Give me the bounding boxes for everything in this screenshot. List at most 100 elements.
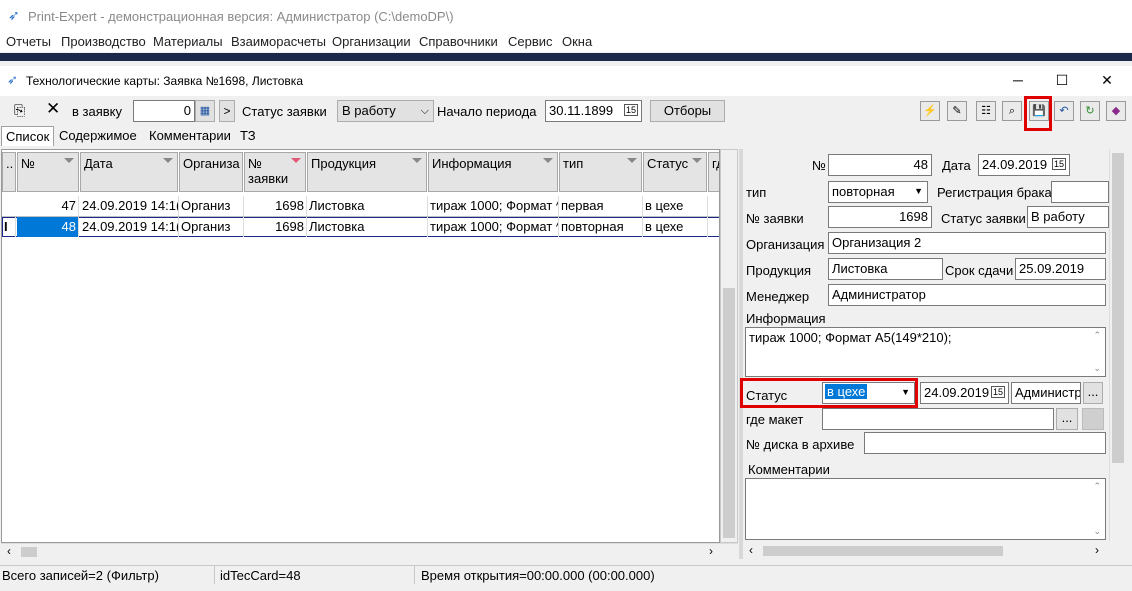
- scroll-down-icon[interactable]: ⌄: [1093, 526, 1101, 537]
- org-field[interactable]: Организация 2: [828, 232, 1106, 254]
- tab-content[interactable]: Содержимое: [55, 126, 141, 146]
- scroll-right-icon[interactable]: ›: [1095, 543, 1099, 557]
- scroll-up-icon[interactable]: ⌃: [1093, 481, 1101, 492]
- layout-location-label: где макет: [746, 412, 804, 427]
- form-horizontal-scrollbar[interactable]: ‹ ›: [743, 543, 1109, 559]
- cell-org: Организ: [179, 196, 244, 216]
- column-header-info[interactable]: Информация: [428, 152, 558, 192]
- order-field[interactable]: 1698: [828, 206, 932, 228]
- column-header-num[interactable]: №: [17, 152, 79, 192]
- go-button[interactable]: >: [219, 100, 235, 122]
- status-user-browse-button[interactable]: ...: [1083, 382, 1103, 404]
- tab-tz[interactable]: ТЗ: [236, 126, 260, 146]
- maximize-button[interactable]: ☐: [1052, 72, 1072, 89]
- form-order-status-field[interactable]: В работу: [1027, 206, 1109, 228]
- status-open-time: Время открытия=00:00.000 (00:00.000): [421, 568, 655, 583]
- product-field[interactable]: Листовка: [828, 258, 943, 280]
- layout-browse-button[interactable]: ...: [1056, 408, 1078, 430]
- menu-windows[interactable]: Окна: [562, 34, 592, 49]
- period-start-input[interactable]: 30.11.1899 15: [545, 100, 642, 122]
- menu-directories[interactable]: Справочники: [419, 34, 498, 49]
- calendar-icon[interactable]: 15: [990, 386, 1005, 398]
- tab-list[interactable]: Список: [1, 126, 55, 146]
- status-bar: Всего записей=2 (Фильтр) idTecCard=48 Вр…: [0, 565, 1132, 585]
- column-header-org[interactable]: Организа: [179, 152, 243, 192]
- date-field[interactable]: 24.09.2019 15: [978, 154, 1070, 176]
- undo-icon[interactable]: ↶: [1054, 101, 1074, 121]
- period-start-label: Начало периода: [437, 104, 537, 119]
- menu-bar: Отчеты Производство Материалы Взаиморасч…: [0, 30, 1132, 52]
- grid-vertical-scrollbar[interactable]: [720, 149, 738, 543]
- layout-extra-button[interactable]: [1082, 408, 1104, 430]
- scroll-right-icon[interactable]: ›: [709, 544, 713, 558]
- type-select[interactable]: повторная ▼: [828, 181, 928, 203]
- status-user-field[interactable]: Администр: [1011, 382, 1081, 404]
- info-textarea[interactable]: тираж 1000; Формат А5(149*210); ⌃ ⌄: [745, 327, 1106, 377]
- column-header-type[interactable]: тип: [559, 152, 642, 192]
- org-label: Организация: [746, 237, 825, 252]
- comments-label: Комментарии: [748, 462, 830, 477]
- menu-production[interactable]: Производство: [61, 34, 146, 49]
- period-start-value: 30.11.1899: [549, 103, 614, 118]
- column-header-date[interactable]: Дата: [80, 152, 178, 192]
- delete-icon[interactable]: ✕: [46, 99, 60, 119]
- scroll-up-icon[interactable]: ⌃: [1093, 330, 1101, 341]
- deadline-field[interactable]: 25.09.2019: [1015, 258, 1106, 280]
- cell-num[interactable]: 48: [17, 217, 79, 237]
- menu-service[interactable]: Сервис: [508, 34, 553, 49]
- refresh-icon[interactable]: ↻: [1080, 101, 1100, 121]
- grid-corner: ..: [2, 152, 16, 192]
- records-grid[interactable]: .. № Дата Организа № заявки Продукция Ин…: [1, 149, 720, 543]
- minimize-button[interactable]: ─: [1008, 72, 1028, 88]
- column-header-product[interactable]: Продукция: [307, 152, 427, 192]
- grid-hscroll-thumb[interactable]: [21, 547, 37, 557]
- order-status-select[interactable]: В работу ⌵: [337, 100, 434, 122]
- book-icon[interactable]: ◆: [1106, 101, 1126, 121]
- filters-button[interactable]: Отборы: [650, 100, 725, 122]
- mdi-area-bar: [0, 53, 1132, 61]
- calendar-icon[interactable]: 15: [623, 104, 638, 116]
- scroll-down-icon[interactable]: ⌄: [1093, 363, 1101, 374]
- manager-field[interactable]: Администратор: [828, 284, 1106, 306]
- column-header-status[interactable]: Статус: [643, 152, 707, 192]
- column-header-layout[interactable]: гд: [708, 152, 719, 192]
- row-marker: I: [2, 217, 16, 237]
- menu-settlements[interactable]: Взаиморасчеты: [231, 34, 326, 49]
- edit-icon[interactable]: ✎: [947, 101, 967, 121]
- status-date-field[interactable]: 24.09.2019 15: [920, 382, 1009, 404]
- menu-organizations[interactable]: Организации: [332, 34, 411, 49]
- menu-reports[interactable]: Отчеты: [6, 34, 51, 49]
- grid-scroll-thumb[interactable]: [723, 288, 735, 538]
- defect-registration-field[interactable]: [1051, 181, 1109, 203]
- app-title: Print-Expert - демонстрационная версия: …: [28, 9, 454, 24]
- tree-icon[interactable]: ☷: [976, 101, 996, 121]
- close-button[interactable]: ✕: [1097, 72, 1117, 89]
- cell-type: повторная: [559, 217, 643, 237]
- form-vertical-scrollbar[interactable]: [1109, 149, 1125, 541]
- window-titlebar: ➶ Технологические карты: Заявка №1698, Л…: [0, 66, 1132, 96]
- comments-textarea[interactable]: ⌃ ⌄: [745, 478, 1106, 540]
- menu-materials[interactable]: Материалы: [153, 34, 223, 49]
- copy-icon[interactable]: ⎘: [14, 102, 25, 119]
- defect-registration-label: Регистрация брака: [937, 185, 1052, 200]
- layout-location-field[interactable]: [822, 408, 1054, 430]
- tab-comments[interactable]: Комментарии: [145, 126, 235, 146]
- form-order-status-label: Статус заявки: [941, 211, 1026, 226]
- scroll-left-icon[interactable]: ‹: [749, 543, 753, 557]
- scroll-left-icon[interactable]: ‹: [7, 544, 11, 558]
- calendar-icon[interactable]: 15: [1051, 158, 1066, 170]
- run-icon[interactable]: ⚡: [920, 101, 940, 121]
- type-label: тип: [746, 185, 767, 200]
- grid-horizontal-scrollbar[interactable]: ‹ ›: [1, 543, 738, 559]
- form-hscroll-thumb[interactable]: [763, 546, 1003, 556]
- cell-info: тираж 1000; Формат ^: [428, 196, 559, 216]
- num-field[interactable]: 48: [828, 154, 932, 176]
- column-header-order[interactable]: № заявки: [244, 152, 306, 192]
- status-select[interactable]: в цехе ▼: [822, 382, 915, 404]
- disk-archive-field[interactable]: [864, 432, 1106, 454]
- order-number-input[interactable]: 0: [133, 100, 195, 122]
- form-scroll-thumb[interactable]: [1112, 153, 1124, 463]
- binoculars-icon[interactable]: ⌕: [1002, 101, 1022, 121]
- save-icon[interactable]: 💾: [1029, 101, 1049, 121]
- calculator-icon[interactable]: ▦: [195, 100, 215, 122]
